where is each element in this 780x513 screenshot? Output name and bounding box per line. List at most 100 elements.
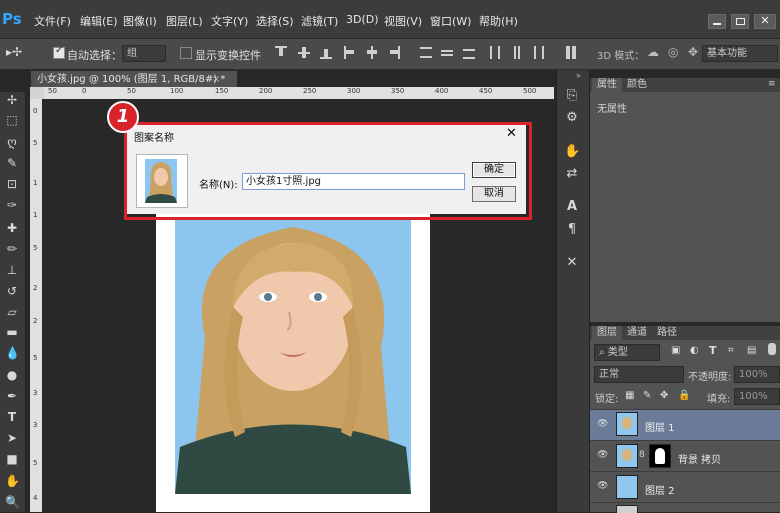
tab-color[interactable]: 颜色	[622, 78, 652, 92]
brush-tool-icon[interactable]: ✏	[5, 242, 19, 256]
menu-file[interactable]: 文件(F)	[34, 13, 71, 29]
pan-3d-icon[interactable]: ✥	[688, 45, 698, 59]
opacity-input[interactable]: 100%	[734, 366, 780, 383]
tool-presets-icon[interactable]: ✕	[564, 255, 580, 271]
filter-image-icon[interactable]: ▣	[671, 345, 680, 356]
menu-type[interactable]: 文字(Y)	[211, 13, 248, 29]
menu-select[interactable]: 选择(S)	[256, 13, 294, 29]
menu-view[interactable]: 视图(V)	[384, 13, 422, 29]
blend-mode-dropdown[interactable]: 正常	[594, 366, 684, 383]
healing-tool-icon[interactable]: ✚	[5, 221, 19, 235]
close-window-button[interactable]: ✕	[754, 14, 776, 29]
portrait-photo[interactable]	[175, 217, 411, 494]
zoom-tool-icon[interactable]: 🔍	[5, 495, 20, 509]
eraser-tool-icon[interactable]: ▱	[5, 305, 19, 319]
filter-smart-icon[interactable]: ▤	[747, 345, 756, 356]
path-select-tool-icon[interactable]: ➤	[5, 431, 19, 445]
move-tool-icon[interactable]: ✢	[5, 93, 19, 107]
menu-3d[interactable]: 3D(D)	[346, 13, 379, 26]
marquee-tool-icon[interactable]: ⬚	[5, 113, 19, 127]
link-icon[interactable]: 8	[639, 450, 645, 460]
dodge-tool-icon[interactable]: ●	[5, 368, 19, 382]
distribute-left-icon[interactable]	[489, 46, 501, 59]
ruler-v-label: 5	[33, 354, 38, 362]
ruler-v-label: 3	[33, 421, 38, 429]
filter-shape-icon[interactable]: ⌗	[728, 345, 734, 356]
layer-filter-dropdown[interactable]: ⌕ 类型	[594, 344, 660, 361]
eyedropper-tool-icon[interactable]: ✑	[5, 198, 19, 212]
menu-filter[interactable]: 滤镜(T)	[301, 13, 338, 29]
align-left-icon[interactable]	[344, 46, 356, 59]
history-brush-tool-icon[interactable]: ↺	[5, 284, 19, 298]
maximize-button[interactable]	[731, 14, 749, 29]
filter-toggle-icon[interactable]	[768, 343, 776, 355]
clone-source-icon[interactable]: ⇄	[564, 166, 580, 182]
workspace-dropdown[interactable]: 基本功能	[702, 45, 778, 62]
auto-align-icon[interactable]	[566, 46, 578, 59]
distribute-hcenter-icon[interactable]	[510, 46, 522, 59]
gradient-tool-icon[interactable]: ▬	[5, 325, 19, 339]
align-hcenter-icon[interactable]	[366, 46, 378, 59]
lock-pixels-icon[interactable]: ✎	[643, 390, 651, 401]
actions-panel-icon[interactable]: ⚙	[564, 110, 580, 126]
lasso-tool-icon[interactable]: ღ	[5, 135, 19, 149]
auto-select-label: 自动选择：	[67, 49, 122, 62]
distribute-right-icon[interactable]	[531, 46, 544, 59]
align-right-icon[interactable]	[388, 46, 400, 59]
crop-tool-icon[interactable]: ⊡	[5, 177, 19, 191]
menu-image[interactable]: 图像(I)	[123, 13, 157, 29]
shape-tool-icon[interactable]: ■	[5, 452, 19, 466]
mode-3d-label: 3D 模式：	[597, 51, 645, 62]
tools-panel	[0, 92, 26, 512]
tab-channels[interactable]: 通道	[622, 326, 652, 340]
auto-select-dropdown[interactable]: 组	[122, 45, 166, 62]
visibility-eye-icon[interactable]: 👁	[597, 419, 608, 429]
filter-type-icon[interactable]: T	[709, 344, 717, 357]
tab-layers[interactable]: 图层	[592, 326, 622, 340]
properties-menu-icon[interactable]: ≡	[768, 79, 776, 89]
show-transform-checkbox[interactable]	[180, 47, 192, 59]
visibility-eye-icon[interactable]: 👁	[597, 450, 608, 460]
paragraph-panel-icon[interactable]: ¶	[564, 222, 580, 238]
layer-name[interactable]: 图层 1	[645, 419, 675, 434]
align-bottom-icon[interactable]	[320, 46, 332, 59]
distribute-vcenter-icon[interactable]	[441, 46, 453, 59]
minimize-button[interactable]	[708, 14, 726, 29]
hand-tool-icon[interactable]: ✋	[5, 474, 20, 488]
history-panel-icon[interactable]: ⎘	[564, 88, 580, 104]
menu-edit[interactable]: 编辑(E)	[80, 13, 118, 29]
collapse-panels-icon[interactable]: »	[576, 71, 581, 80]
pen-tool-icon[interactable]: ✒	[5, 389, 19, 403]
blur-tool-icon[interactable]: 💧	[5, 346, 20, 360]
menu-window[interactable]: 窗口(W)	[430, 13, 471, 29]
menu-help[interactable]: 帮助(H)	[479, 13, 518, 29]
align-top-icon[interactable]	[275, 46, 287, 59]
layer-mask-thumbnail[interactable]	[649, 444, 671, 468]
lock-transparent-icon[interactable]: ▦	[625, 390, 634, 401]
lock-all-icon[interactable]: 🔒	[678, 390, 690, 401]
align-vcenter-icon[interactable]	[298, 46, 310, 59]
visibility-eye-icon[interactable]: 👁	[597, 481, 608, 491]
menu-layer[interactable]: 图层(L)	[166, 13, 203, 29]
roll-3d-icon[interactable]: ◎	[668, 45, 678, 59]
brush-panel-icon[interactable]: ✋	[564, 144, 580, 160]
distribute-top-icon[interactable]	[420, 46, 432, 59]
filter-adjust-icon[interactable]: ◐	[690, 345, 699, 356]
distribute-bottom-icon[interactable]	[463, 46, 475, 59]
horizontal-ruler: 50 0 50 100 150 200 250 300 350 400 450 …	[44, 87, 554, 99]
lock-position-icon[interactable]: ✥	[660, 390, 668, 401]
type-tool-icon[interactable]: T	[5, 410, 19, 424]
move-tool-icon[interactable]: ▸✢	[6, 45, 22, 59]
tab-properties[interactable]: 属性	[592, 78, 622, 92]
orbit-3d-icon[interactable]: ☁	[647, 45, 659, 59]
auto-select-checkbox[interactable]: ✓	[53, 45, 65, 59]
quick-select-tool-icon[interactable]: ✎	[5, 156, 19, 170]
fill-input[interactable]: 100%	[734, 388, 780, 405]
layer-name[interactable]: 图层 2	[645, 482, 675, 497]
ruler-h-label: 450	[479, 87, 493, 95]
character-panel-icon[interactable]: A	[564, 199, 580, 215]
tab-paths[interactable]: 路径	[652, 326, 682, 340]
layer-name[interactable]: 背景 拷贝	[678, 451, 721, 466]
stamp-tool-icon[interactable]: ⊥	[5, 263, 19, 277]
lock-label: 锁定:	[595, 394, 619, 405]
